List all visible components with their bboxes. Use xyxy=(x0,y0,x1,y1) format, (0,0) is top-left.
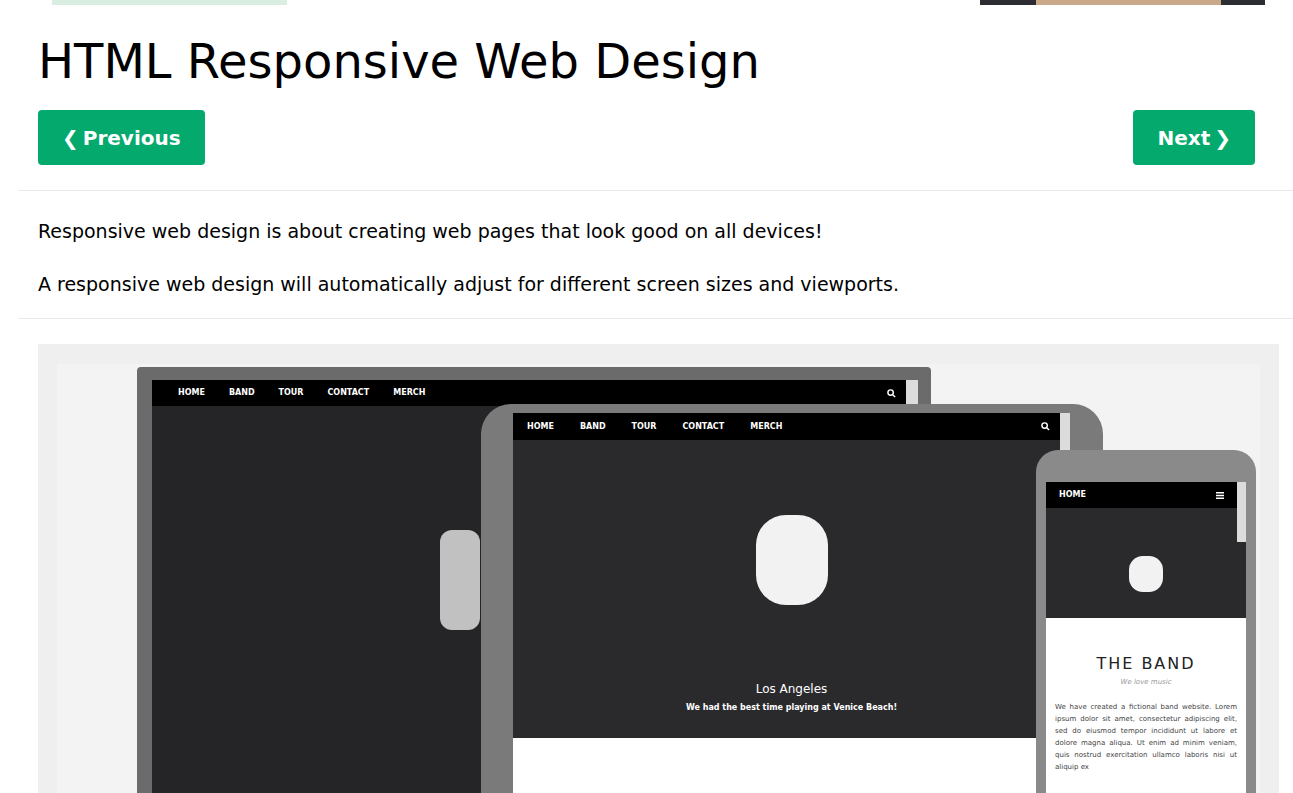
intro: Responsive web design is about creating … xyxy=(0,191,1293,318)
hero-subcaption: We had the best time playing at Venice B… xyxy=(686,703,897,713)
band-tagline: We love music xyxy=(1046,677,1246,687)
menu-item[interactable]: CONTACT xyxy=(682,421,724,433)
hero-photo xyxy=(440,530,480,630)
menu-item[interactable]: HOME xyxy=(527,421,554,433)
chevron-left-icon: ❮ xyxy=(62,123,79,153)
search-icon[interactable] xyxy=(887,389,896,398)
next-button[interactable]: Next❯ xyxy=(1133,110,1255,165)
intro-paragraph: A responsive web design will automatical… xyxy=(38,272,1255,296)
band-heading: THE BAND xyxy=(1046,654,1246,674)
menu-item[interactable]: MERCH xyxy=(750,421,782,433)
menu-item[interactable]: CONTACT xyxy=(327,387,369,399)
button-label: Previous xyxy=(83,123,181,153)
top-tab xyxy=(52,0,287,5)
responsive-illustration: HOME BAND TOUR CONTACT MERCH HOME BAND TOUR CON… xyxy=(38,344,1279,793)
menu-item[interactable]: TOUR xyxy=(632,421,657,433)
previous-button[interactable]: ❮Previous xyxy=(38,110,205,165)
menu-item[interactable]: HOME xyxy=(178,387,205,399)
search-icon[interactable] xyxy=(1041,422,1050,431)
menu-icon[interactable] xyxy=(1216,492,1224,499)
menu-item[interactable]: BAND xyxy=(580,421,606,433)
menu-item[interactable]: TOUR xyxy=(279,387,304,399)
menu-item[interactable]: HOME xyxy=(1059,489,1086,501)
phone-mockup: HOME THE BAND We love music We have crea… xyxy=(1036,450,1256,793)
menu-item[interactable]: MERCH xyxy=(393,387,425,399)
intro-paragraph: Responsive web design is about creating … xyxy=(38,219,1255,243)
page-title: HTML Responsive Web Design xyxy=(38,6,1255,110)
top-banner-photo xyxy=(1036,0,1221,5)
tablet-mockup: HOME BAND TOUR CONTACT MERCH Los Angeles We … xyxy=(481,404,1103,793)
menu-item[interactable]: BAND xyxy=(229,387,255,399)
hero-photo xyxy=(1129,556,1163,592)
button-label: Next xyxy=(1157,123,1210,153)
hero-caption: Los Angeles xyxy=(756,681,828,697)
chevron-right-icon: ❯ xyxy=(1214,123,1231,153)
band-text: We have created a fictional band website… xyxy=(1046,701,1246,773)
hero-photo xyxy=(756,515,828,605)
